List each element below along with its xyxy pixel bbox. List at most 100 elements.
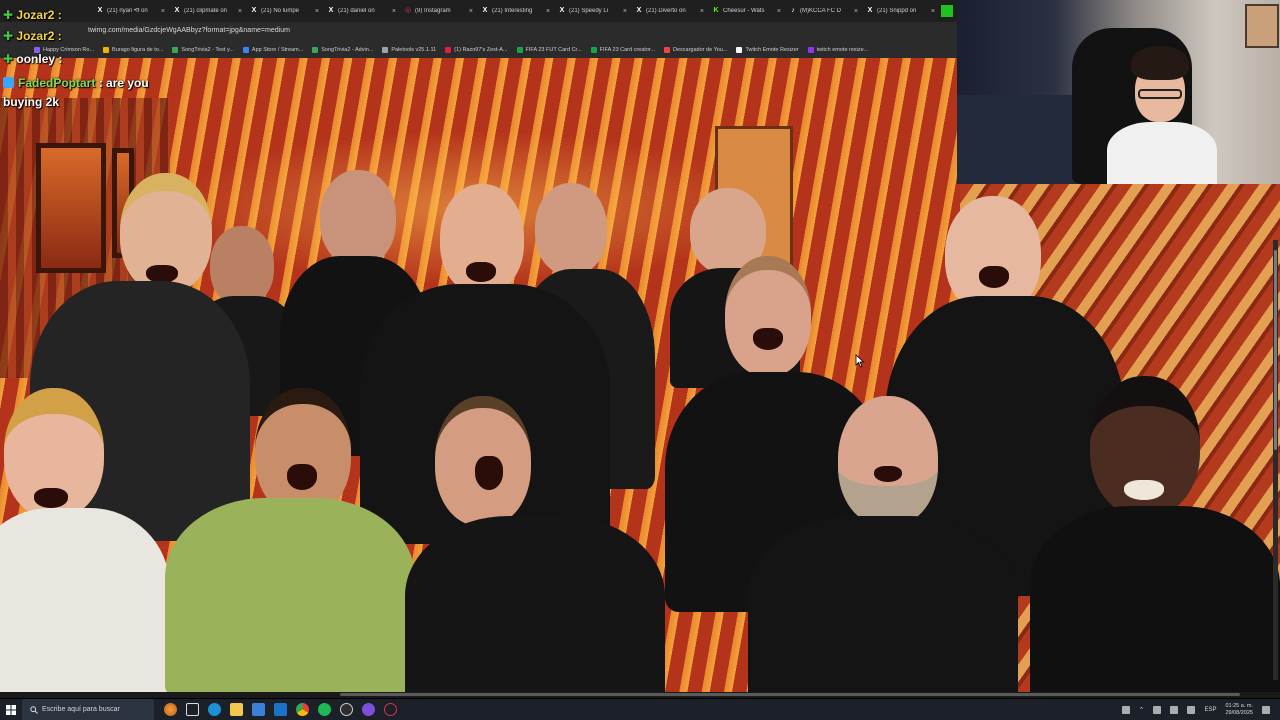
- chat-username: Jozar2 :: [16, 8, 62, 22]
- bookmark-item[interactable]: FIFA 23 Card creator...: [590, 47, 656, 53]
- obs-icon[interactable]: [340, 703, 353, 716]
- horizontal-scrollbar[interactable]: [0, 692, 1280, 698]
- tab-label: (21) Snippd on: [877, 8, 917, 14]
- instagram-icon: ◎: [404, 7, 412, 14]
- bookmark-favicon-icon: [807, 47, 814, 53]
- close-tab-icon[interactable]: ×: [777, 8, 781, 15]
- bookmark-favicon-icon: [312, 47, 319, 53]
- close-tab-icon[interactable]: ×: [315, 8, 319, 15]
- chat-message: buying 2k: [3, 95, 60, 109]
- close-tab-icon[interactable]: ×: [700, 8, 704, 15]
- bookmark-favicon-icon: [242, 47, 249, 53]
- system-tray: ⌃ ESP 01:25 a. m. 29/08/2025: [1121, 699, 1280, 720]
- bookmark-item[interactable]: FIFA 23 FUT Card Cr...: [516, 47, 582, 53]
- close-tab-icon[interactable]: ×: [623, 8, 627, 15]
- bookmark-label: Burago figura de to...: [112, 47, 164, 53]
- chat-line: ✚ oonley :: [3, 52, 62, 66]
- bookmark-item[interactable]: Twitch Emote Resizer: [736, 47, 799, 53]
- tab-label: (21) Interesting: [492, 8, 533, 14]
- windows-icon: [6, 704, 16, 715]
- browser-tab[interactable]: X (21) Diverto on ×: [631, 2, 708, 20]
- close-tab-icon[interactable]: ×: [931, 8, 935, 15]
- bookmark-item[interactable]: Burago figura de to...: [103, 47, 163, 53]
- tab-label: (21) Speedy Li: [569, 8, 609, 14]
- chat-line: ✚ Jozar2 :: [3, 29, 62, 43]
- close-tab-icon[interactable]: ×: [469, 8, 473, 15]
- chat-line: ✚ Jozar2 :: [3, 8, 62, 22]
- browser-tab[interactable]: ♪ (M)KCCA FC D ×: [785, 2, 862, 20]
- bookmark-item[interactable]: SongTrivia2 - Test y...: [172, 47, 234, 53]
- close-tab-icon[interactable]: ×: [854, 8, 858, 15]
- x-icon: X: [867, 7, 873, 14]
- recording-icon[interactable]: [384, 703, 397, 716]
- clock[interactable]: 01:25 a. m. 29/08/2025: [1225, 703, 1253, 717]
- store-icon[interactable]: [252, 703, 265, 716]
- bookmark-label: FIFA 23 Card creator...: [599, 47, 656, 53]
- bookmark-item[interactable]: SongTrivia2 - Advin...: [312, 47, 373, 53]
- sub-badge-icon: ✚: [3, 52, 17, 66]
- news-widget-icon[interactable]: [164, 703, 177, 716]
- close-tab-icon[interactable]: ×: [546, 8, 550, 15]
- file-explorer-icon[interactable]: [230, 703, 243, 716]
- chrome-icon[interactable]: [296, 703, 309, 716]
- bookmark-item[interactable]: Descargador de You...: [664, 47, 727, 53]
- bookmark-item[interactable]: Paletools v25.1.11: [382, 47, 436, 53]
- start-button[interactable]: [0, 699, 22, 720]
- x-icon: X: [636, 7, 642, 14]
- bookmark-item[interactable]: (1) Razo97's Zest-A...: [445, 47, 508, 53]
- notifications-icon[interactable]: [1262, 705, 1270, 714]
- x-icon: X: [97, 7, 103, 14]
- vertical-scroll-thumb[interactable]: [1274, 250, 1277, 450]
- streamer-shirt: [1107, 122, 1217, 184]
- close-tab-icon[interactable]: ×: [161, 8, 165, 15]
- language-indicator[interactable]: ESP: [1204, 707, 1216, 713]
- browser-tab[interactable]: X (21) clipmate on ×: [169, 2, 246, 20]
- network-icon[interactable]: [1153, 705, 1162, 714]
- bookmark-favicon-icon: [172, 47, 179, 53]
- chrome-profile-icon[interactable]: [362, 703, 375, 716]
- x-icon: X: [559, 7, 565, 14]
- tab-label: (21) clipmate on: [184, 8, 228, 14]
- x-icon: X: [482, 7, 488, 14]
- windows-taskbar: Escribe aquí para buscar ⌃ ESP 01:25 a. …: [0, 699, 1280, 720]
- url-text[interactable]: twimg.com/media/GzdcjeWgAABbyz?format=jp…: [88, 27, 290, 34]
- browser-tab[interactable]: X (21) Speedy Li ×: [554, 2, 631, 20]
- browser-tab[interactable]: X (21) nyan •ff on ×: [92, 2, 169, 20]
- browser-tab[interactable]: ◎ (9) Instagram ×: [400, 2, 477, 20]
- close-tab-icon[interactable]: ×: [238, 8, 242, 15]
- browser-tab[interactable]: X (21) Interesting ×: [477, 2, 554, 20]
- spotify-icon[interactable]: [318, 703, 331, 716]
- horizontal-scroll-thumb[interactable]: [340, 693, 1240, 696]
- edge-icon[interactable]: [208, 703, 221, 716]
- streamer-glasses: [1138, 89, 1182, 99]
- tab-label: (9) Instagram: [415, 8, 451, 14]
- chevron-up-icon[interactable]: ⌃: [1139, 706, 1145, 714]
- bookmark-favicon-icon: [516, 47, 523, 53]
- battery-icon[interactable]: [1187, 705, 1196, 714]
- taskbar-search[interactable]: Escribe aquí para buscar: [22, 699, 154, 720]
- task-view-icon[interactable]: [186, 703, 199, 716]
- taskbar-apps: [154, 703, 397, 716]
- webcam-overlay: [957, 0, 1280, 184]
- bookmark-label: Twitch Emote Resizer: [745, 47, 799, 53]
- tab-label: (M)KCCA FC D: [800, 8, 841, 14]
- tab-label: (21) No lumpe: [261, 8, 300, 14]
- close-tab-icon[interactable]: ×: [392, 8, 396, 15]
- tiktok-icon: ♪: [791, 7, 795, 14]
- browser-tab[interactable]: X (21) Snippd on ×: [862, 2, 939, 20]
- bookmark-item[interactable]: twitch emote resize...: [807, 47, 868, 53]
- browser-tab[interactable]: K Cheesur - Wats ×: [708, 2, 785, 20]
- bookmark-item[interactable]: App Store / Stream...: [242, 47, 303, 53]
- bookmark-label: (1) Razo97's Zest-A...: [454, 47, 508, 53]
- search-icon: [30, 705, 38, 714]
- bookmark-label: Descargador de You...: [673, 47, 728, 53]
- streamer-hair: [1131, 46, 1189, 80]
- kick-tab-icon[interactable]: [941, 5, 953, 17]
- outlook-icon[interactable]: [274, 703, 287, 716]
- bookmark-favicon-icon: [382, 47, 389, 53]
- browser-tab[interactable]: X (21) No lumpe ×: [246, 2, 323, 20]
- bookmark-favicon-icon: [736, 47, 743, 53]
- volume-icon[interactable]: [1170, 705, 1179, 714]
- browser-tab[interactable]: X (21) daniel on ×: [323, 2, 400, 20]
- keyboard-icon[interactable]: [1121, 705, 1130, 714]
